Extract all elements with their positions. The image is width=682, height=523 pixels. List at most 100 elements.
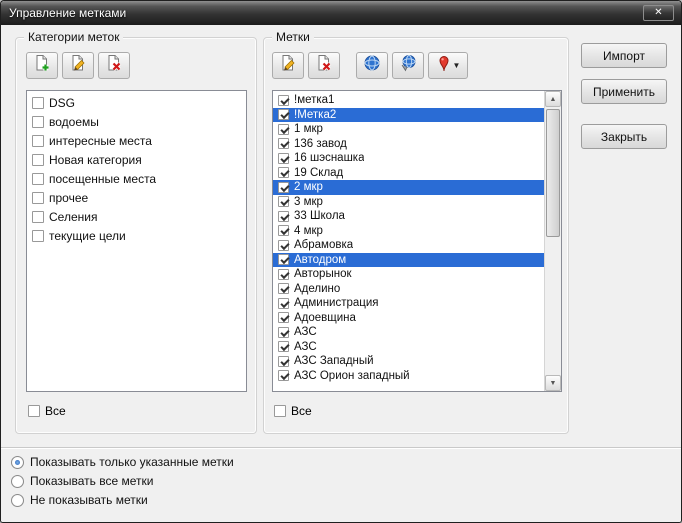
item-label: !метка1 <box>294 94 334 106</box>
item-checkbox[interactable] <box>278 211 289 222</box>
close-window-button[interactable]: ✕ <box>643 5 674 21</box>
globe-export-button[interactable] <box>392 52 424 79</box>
item-label: АЗС <box>294 341 317 353</box>
label-item[interactable]: Авторынок <box>273 267 544 282</box>
close-icon: ✕ <box>654 7 662 18</box>
label-item[interactable]: 2 мкр <box>273 180 544 195</box>
item-checkbox[interactable] <box>32 116 44 128</box>
item-checkbox[interactable] <box>32 211 44 223</box>
label-item[interactable]: АЗС Западный <box>273 354 544 369</box>
item-checkbox[interactable] <box>278 196 289 207</box>
item-checkbox[interactable] <box>32 173 44 185</box>
titlebar: Управление метками <box>1 1 681 25</box>
item-checkbox[interactable] <box>278 327 289 338</box>
radio-option[interactable]: Показывать только указанные метки <box>11 455 234 469</box>
category-item[interactable]: Селения <box>27 207 246 226</box>
label-item[interactable]: Администрация <box>273 296 544 311</box>
item-checkbox[interactable] <box>278 124 289 135</box>
labels-groupbox: Метки <box>263 37 569 434</box>
item-label: Абрамовка <box>294 239 353 251</box>
item-checkbox[interactable] <box>278 167 289 178</box>
radio-option[interactable]: Не показывать метки <box>11 493 234 507</box>
label-item[interactable]: АЗС <box>273 340 544 355</box>
categories-toolbar <box>26 52 130 79</box>
item-checkbox[interactable] <box>278 109 289 120</box>
label-item[interactable]: 33 Школа <box>273 209 544 224</box>
label-item[interactable]: Адоевщина <box>273 311 544 326</box>
item-checkbox[interactable] <box>278 182 289 193</box>
label-item[interactable]: 16 шэснашка <box>273 151 544 166</box>
category-item[interactable]: текущие цели <box>27 226 246 245</box>
item-checkbox[interactable] <box>32 154 44 166</box>
labels-scrollbar[interactable]: ▲ ▼ <box>544 91 561 391</box>
label-item[interactable]: Автодром <box>273 253 544 268</box>
document-delete-icon <box>315 54 333 77</box>
category-item[interactable]: прочее <box>27 188 246 207</box>
category-item[interactable]: Новая категория <box>27 150 246 169</box>
label-item[interactable]: Абрамовка <box>273 238 544 253</box>
label-item[interactable]: АЗС Орион западный <box>273 369 544 384</box>
item-checkbox[interactable] <box>32 230 44 242</box>
item-checkbox[interactable] <box>278 153 289 164</box>
item-checkbox[interactable] <box>278 283 289 294</box>
labels-all-row[interactable]: Все <box>274 404 312 418</box>
labels-all-checkbox[interactable] <box>274 405 286 417</box>
apply-button[interactable]: Применить <box>581 79 667 104</box>
item-checkbox[interactable] <box>278 225 289 236</box>
label-item[interactable]: !метка1 <box>273 93 544 108</box>
edit-category-button[interactable] <box>62 52 94 79</box>
item-checkbox[interactable] <box>32 97 44 109</box>
radio-button[interactable] <box>11 494 24 507</box>
item-checkbox[interactable] <box>32 135 44 147</box>
item-checkbox[interactable] <box>278 240 289 251</box>
pin-style-button[interactable]: ▼ <box>428 52 468 79</box>
label-item[interactable]: 136 завод <box>273 137 544 152</box>
categories-all-row[interactable]: Все <box>28 404 66 418</box>
categories-list[interactable]: DSG водоемы интересные местаНовая категори… <box>26 90 247 392</box>
labels-list[interactable]: !метка1 !Метка21 мкр136 завод16 шэснашка1… <box>272 90 562 392</box>
item-label: 2 мкр <box>294 181 323 193</box>
radio-option[interactable]: Показывать все метки <box>11 474 234 488</box>
label-item[interactable]: 3 мкр <box>273 195 544 210</box>
radio-label: Показывать все метки <box>30 474 153 488</box>
category-item[interactable]: DSG <box>27 93 246 112</box>
item-checkbox[interactable] <box>278 254 289 265</box>
close-button[interactable]: Закрыть <box>581 124 667 149</box>
category-item[interactable]: интересные места <box>27 131 246 150</box>
category-item[interactable]: водоемы <box>27 112 246 131</box>
delete-category-button[interactable] <box>98 52 130 79</box>
label-item[interactable]: 1 мкр <box>273 122 544 137</box>
item-checkbox[interactable] <box>278 341 289 352</box>
item-checkbox[interactable] <box>278 356 289 367</box>
item-label: Авторынок <box>294 268 352 280</box>
item-checkbox[interactable] <box>278 269 289 280</box>
label-item[interactable]: АЗС <box>273 325 544 340</box>
item-label: водоемы <box>49 115 99 129</box>
display-mode-radios: Показывать только указанные метки Показыв… <box>11 455 234 507</box>
import-button[interactable]: Импорт <box>581 43 667 68</box>
label-item[interactable]: !Метка2 <box>273 108 544 123</box>
radio-button[interactable] <box>11 475 24 488</box>
item-checkbox[interactable] <box>278 95 289 106</box>
delete-label-button[interactable] <box>308 52 340 79</box>
globe-button[interactable] <box>356 52 388 79</box>
edit-label-button[interactable] <box>272 52 304 79</box>
scroll-down-icon: ▼ <box>550 380 557 387</box>
categories-all-checkbox[interactable] <box>28 405 40 417</box>
label-item[interactable]: 4 мкр <box>273 224 544 239</box>
categories-groupbox: Категории меток <box>15 37 257 434</box>
item-label: 3 мкр <box>294 196 323 208</box>
item-checkbox[interactable] <box>278 138 289 149</box>
item-checkbox[interactable] <box>278 370 289 381</box>
radio-button[interactable] <box>11 456 24 469</box>
item-checkbox[interactable] <box>278 298 289 309</box>
label-item[interactable]: Аделино <box>273 282 544 297</box>
category-item[interactable]: посещенные места <box>27 169 246 188</box>
item-checkbox[interactable] <box>278 312 289 323</box>
label-item[interactable]: 19 Склад <box>273 166 544 181</box>
add-category-button[interactable] <box>26 52 58 79</box>
scroll-up-button[interactable]: ▲ <box>545 91 561 107</box>
item-checkbox[interactable] <box>32 192 44 204</box>
scroll-thumb[interactable] <box>546 109 560 237</box>
scroll-down-button[interactable]: ▼ <box>545 375 561 391</box>
